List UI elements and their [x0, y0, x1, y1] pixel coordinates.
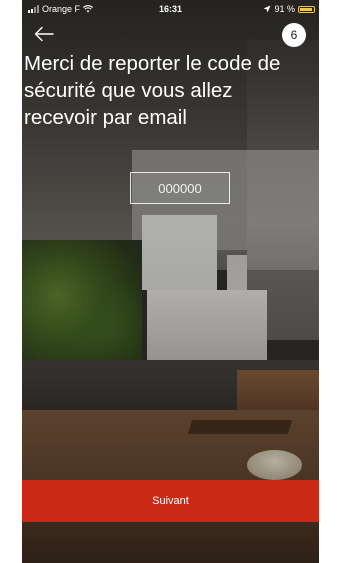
battery-icon [298, 5, 315, 13]
page-title: Merci de reporter le code de sécurité qu… [24, 52, 281, 129]
back-button[interactable] [32, 22, 56, 46]
next-button[interactable]: Suivant [22, 480, 319, 522]
status-bar: Orange F 16:31 91 % [22, 0, 319, 18]
arrow-left-icon [34, 26, 54, 42]
battery-percent: 91 % [274, 4, 295, 14]
location-icon [263, 5, 271, 13]
security-code-input[interactable] [130, 172, 230, 204]
step-badge: 6 [282, 23, 306, 47]
